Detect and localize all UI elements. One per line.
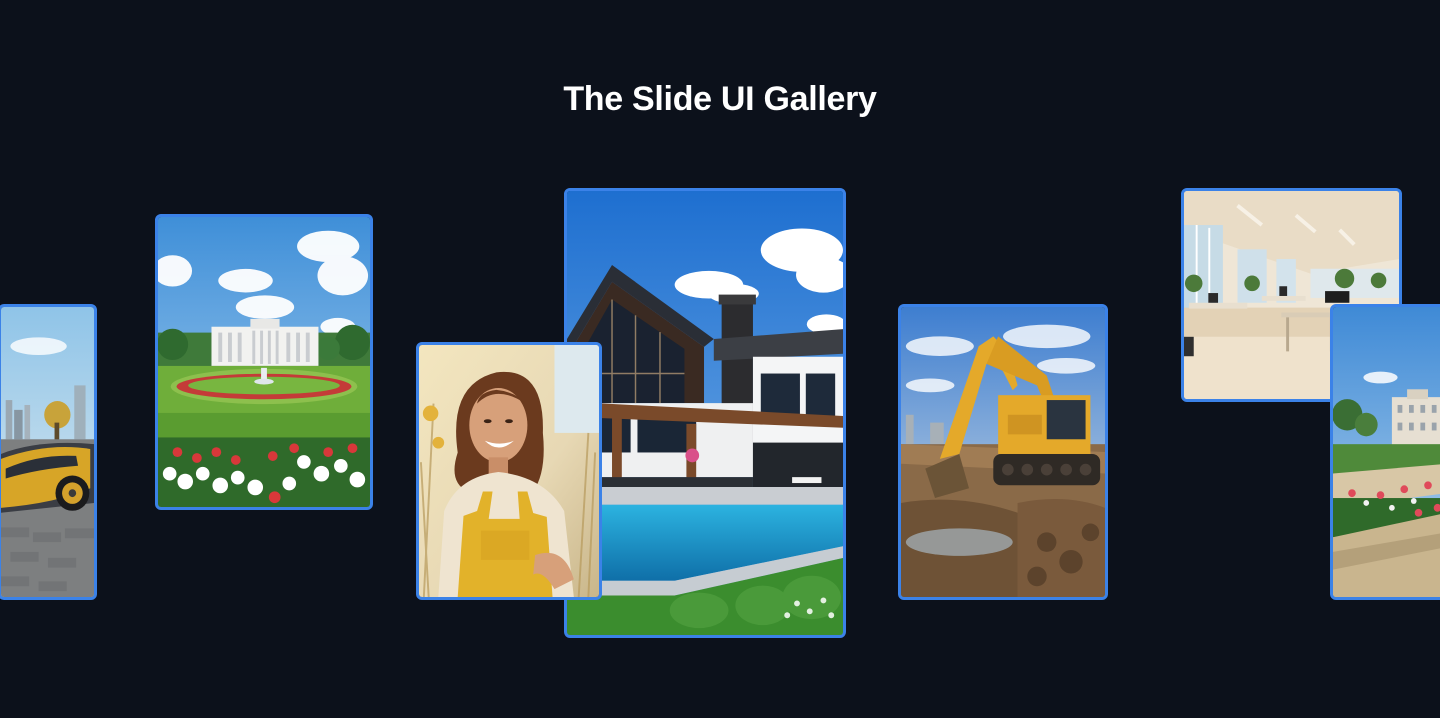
mansion-garden-image xyxy=(1333,307,1440,597)
gallery-card-sports-car[interactable] xyxy=(0,304,97,600)
gallery-card-mansion-garden[interactable] xyxy=(1330,304,1440,600)
sports-car-image xyxy=(1,307,94,597)
white-house-image xyxy=(158,217,370,507)
page-title: The Slide UI Gallery xyxy=(563,80,877,118)
excavator-image xyxy=(901,307,1105,597)
woman-image xyxy=(419,345,599,597)
gallery-card-modern-house[interactable] xyxy=(564,188,846,638)
gallery-card-excavator[interactable] xyxy=(898,304,1108,600)
modern-house-image xyxy=(567,191,843,635)
gallery-card-woman[interactable] xyxy=(416,342,602,600)
gallery-stage: The Slide UI Gallery xyxy=(0,0,1440,718)
gallery-card-white-house[interactable] xyxy=(155,214,373,510)
